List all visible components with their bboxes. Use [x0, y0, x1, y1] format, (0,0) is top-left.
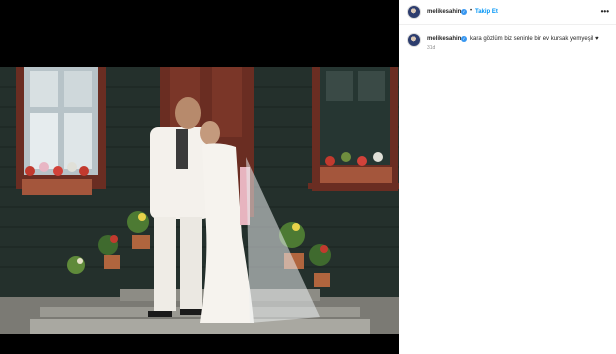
username-link[interactable]: melikesahin: [427, 9, 461, 15]
follow-button[interactable]: Takip Et: [475, 9, 498, 15]
post-timestamp[interactable]: 31d: [427, 45, 435, 51]
more-options-icon[interactable]: •••: [601, 7, 609, 16]
verified-badge-icon: ✓: [461, 36, 467, 42]
wedding-photo-illustration: [0, 67, 399, 334]
post-header: melikesahin ✓ • Takip Et •••: [399, 0, 616, 25]
avatar[interactable]: [407, 5, 421, 19]
avatar[interactable]: [407, 33, 421, 47]
post-side-panel: melikesahin ✓ • Takip Et ••• melikesahin…: [399, 0, 616, 354]
caption-username-link[interactable]: melikesahin: [427, 36, 461, 42]
separator-dot: •: [470, 8, 473, 14]
post-photo[interactable]: [0, 67, 399, 334]
caption-text: kara gözlüm biz seninle bir ev kursak ye…: [470, 36, 599, 42]
media-pane: [0, 0, 399, 354]
verified-badge-icon: ✓: [461, 9, 467, 15]
